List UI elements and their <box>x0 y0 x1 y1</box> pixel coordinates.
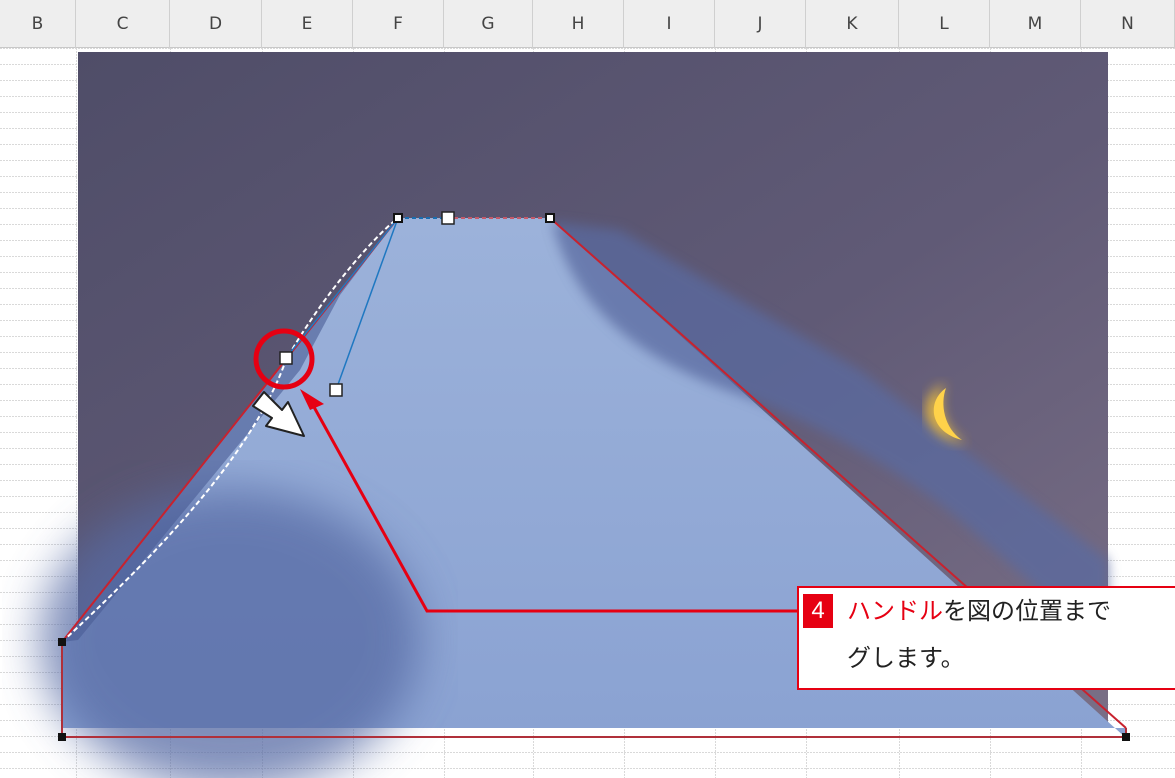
instruction-line-2: グします。 <box>847 644 965 672</box>
instruction-callout: 4 ハンドルを図の位置まで グします。 <box>797 586 1175 690</box>
vertex-handle-bottom-left-2[interactable] <box>58 733 66 741</box>
vertex-handle-top-left[interactable] <box>393 213 403 223</box>
control-handle-lower[interactable] <box>329 383 343 397</box>
instruction-highlight: ハンドル <box>847 597 943 625</box>
instruction-line-1: ハンドルを図の位置まで <box>847 593 1111 629</box>
vertex-handle-bottom-left[interactable] <box>58 638 66 646</box>
control-handle-top[interactable] <box>441 211 455 225</box>
step-number-badge: 4 <box>803 594 833 628</box>
excel-worksheet: BCDEFGHIJKLMN 4 ハンドルを図の位置まで グします。 <box>0 0 1175 778</box>
vertex-handle-top-right[interactable] <box>545 213 555 223</box>
vertex-handle-bottom-right[interactable] <box>1122 733 1130 741</box>
control-handle-dragged[interactable] <box>279 351 293 365</box>
instruction-line-1-rest: を図の位置まで <box>943 597 1111 625</box>
mountain-lower-shade <box>40 490 420 778</box>
